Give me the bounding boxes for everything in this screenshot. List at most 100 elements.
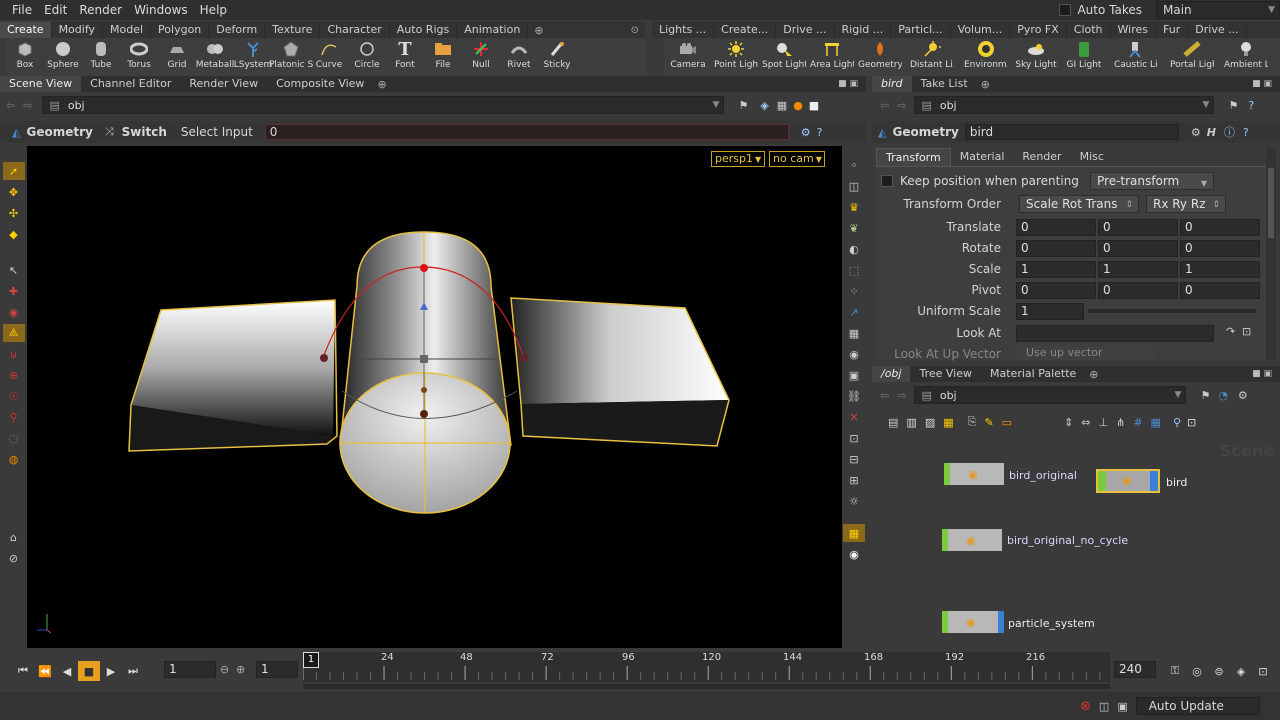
desktop-select[interactable]: Main ▼ [1156,1,1280,19]
shelf-tab-polygon[interactable]: Polygon [151,22,210,38]
rotate-tool-icon[interactable]: ◉ [3,303,25,321]
tool-caustic-light[interactable]: Caustic Li... [1108,38,1164,76]
light-icon[interactable]: ♛ [843,198,865,216]
rotate-z-field[interactable]: 0 [1180,240,1260,257]
align-vertical-icon[interactable]: ⇕ [1064,416,1073,429]
pose-tool-icon[interactable]: ◆ [3,225,25,243]
help-icon[interactable]: ? [1243,126,1249,139]
tool-area-light[interactable]: Area Light [808,38,856,76]
shelf-tab-model[interactable]: Model [103,22,152,38]
uniform-scale-slider[interactable] [1088,309,1256,313]
visibility-icon[interactable]: ☼ [843,492,865,510]
scale-tool-icon[interactable]: ✚ [3,282,25,300]
rotate-y-field[interactable]: 0 [1098,240,1178,257]
translate-z-field[interactable]: 0 [1180,219,1260,236]
tool-spot-light[interactable]: Spot Light [760,38,808,76]
tool-distant-light[interactable]: Distant Li... [904,38,960,76]
frame-increment-icon[interactable]: ⊕ [236,663,245,676]
info-icon[interactable]: ⓘ [1224,124,1235,140]
scale-x-field[interactable]: 1 [1016,261,1096,278]
point-snap-icon[interactable]: ⚲ [3,408,25,426]
tool-camera[interactable]: Camera [664,38,712,76]
pretransform-menu[interactable]: Pre-transform ▼ [1090,172,1214,190]
cook-icon[interactable]: ▣ [1117,700,1127,713]
tab-render-view[interactable]: Render View [180,76,267,92]
snapshot-icon[interactable]: ▦ [777,99,787,112]
camera-display-icon[interactable]: ◉ [843,345,865,363]
back-arrow-icon[interactable]: ⇦ [880,99,889,112]
shading-icon[interactable]: ◐ [843,240,865,258]
node-label-bird[interactable]: bird [1166,476,1187,489]
tool-geometry-light[interactable]: Geometry... [856,38,904,76]
move-tool-icon[interactable]: ✣ [3,204,25,222]
rotate-order-menu[interactable]: Rx Ry Rz ⇕ [1146,195,1226,213]
pin-icon[interactable]: ⚑ [1200,389,1210,402]
jump-end-icon[interactable]: ⏭ [122,661,144,681]
tool-sphere[interactable]: Sphere [44,38,82,76]
forward-arrow-icon[interactable]: ⇨ [897,99,906,112]
multi-snap-icon[interactable]: ◌ [3,429,25,447]
list-mode-icon[interactable]: ▤ [888,416,898,429]
shelf-tab-drive-2[interactable]: Drive ... [1188,22,1247,38]
geometry-display-icon[interactable]: ⊡ [843,429,865,447]
end-frame-field[interactable]: 240 [1114,661,1156,678]
snap-grid-icon[interactable]: # [1133,416,1142,429]
error-icon[interactable]: ⊗ [1080,699,1091,714]
tool-rivet[interactable]: Rivet [500,38,538,76]
tool-circle[interactable]: Circle [348,38,386,76]
eye-icon[interactable]: ◉ [843,545,865,563]
play-icon[interactable]: ▶ [100,661,122,681]
pin-icon[interactable]: ⚑ [1228,99,1238,112]
help-icon[interactable]: ? [1248,99,1254,112]
hda-icon[interactable]: H [1207,126,1216,139]
tab-channel-editor[interactable]: Channel Editor [81,76,180,92]
wireframe-icon[interactable]: ◫ [843,177,865,195]
tool-point-light[interactable]: Point Light [712,38,760,76]
layout-tree-icon[interactable]: ⋔ [1116,416,1125,429]
sticky-note-icon[interactable]: ✎ [984,416,993,429]
texture-icon[interactable]: ❦ [843,219,865,237]
performance-icon[interactable]: ◫ [1099,700,1109,713]
tool-curve[interactable]: Curve [310,38,348,76]
curve-snap-icon[interactable]: ☉ [3,387,25,405]
tool-platonic[interactable]: Platonic S... [269,38,313,76]
forward-arrow-icon[interactable]: ⇨ [23,99,32,112]
grid-display-icon[interactable]: ▦ [843,324,865,342]
transform-order-menu[interactable]: Scale Rot Trans ⇕ [1019,195,1139,213]
audio-icon[interactable]: ⊜ [1208,665,1230,678]
auto-takes-checkbox[interactable] [1059,4,1072,16]
handle-tool-icon[interactable]: ✥ [3,183,25,201]
menu-help[interactable]: Help [200,3,227,17]
magnet-tool-icon[interactable]: ⊍ [3,345,25,363]
scope-icon[interactable]: ◈ [1230,665,1252,678]
shelf-tab-create[interactable]: Create [0,22,52,38]
tool-sticky[interactable]: Sticky [538,38,576,76]
snap-tool-icon[interactable]: ⟁ [2,324,25,342]
add-tab-icon[interactable]: ⊕ [534,24,543,37]
view-tool-icon[interactable]: ↖ [3,261,25,279]
play-reverse-icon[interactable]: ◀ [56,661,78,681]
tool-tube[interactable]: Tube [82,38,120,76]
tool-box[interactable]: Box [6,38,44,76]
network-box-icon[interactable]: ▭ [1002,416,1012,429]
menu-render[interactable]: Render [79,3,122,17]
zoom-icon[interactable]: ⚲ [1173,416,1181,429]
tab-take-list[interactable]: Take List [912,76,977,92]
keyframe-icon[interactable]: ⌂ [3,528,25,546]
pivot-x-field[interactable]: 0 [1016,282,1096,299]
layout-nodes-icon[interactable]: ⎘ [968,415,977,429]
link-icon[interactable]: ⛓ [843,387,865,405]
shelf-tab-animation[interactable]: Animation [457,22,529,38]
tool-portal-light[interactable]: Portal Light [1164,38,1220,76]
current-frame-field[interactable]: 1 [164,661,216,678]
network-editor[interactable]: Scene ◉ bird_original ◉ bird ◉ bird_orig… [876,433,1280,648]
jump-to-icon[interactable]: ↷ [1226,325,1235,338]
layout-icon[interactable]: ▦ [843,524,865,542]
shelf-tab-fur[interactable]: Fur [1156,22,1189,38]
shelf-tab-cloth[interactable]: Cloth [1067,22,1111,38]
tab-tree-view[interactable]: Tree View [910,366,981,382]
current-frame-marker[interactable]: 1 [303,652,319,668]
gear-icon[interactable]: ⚙ [1238,389,1248,402]
render-icon[interactable]: ● [793,99,803,112]
stop-icon[interactable]: ■ [78,661,100,681]
